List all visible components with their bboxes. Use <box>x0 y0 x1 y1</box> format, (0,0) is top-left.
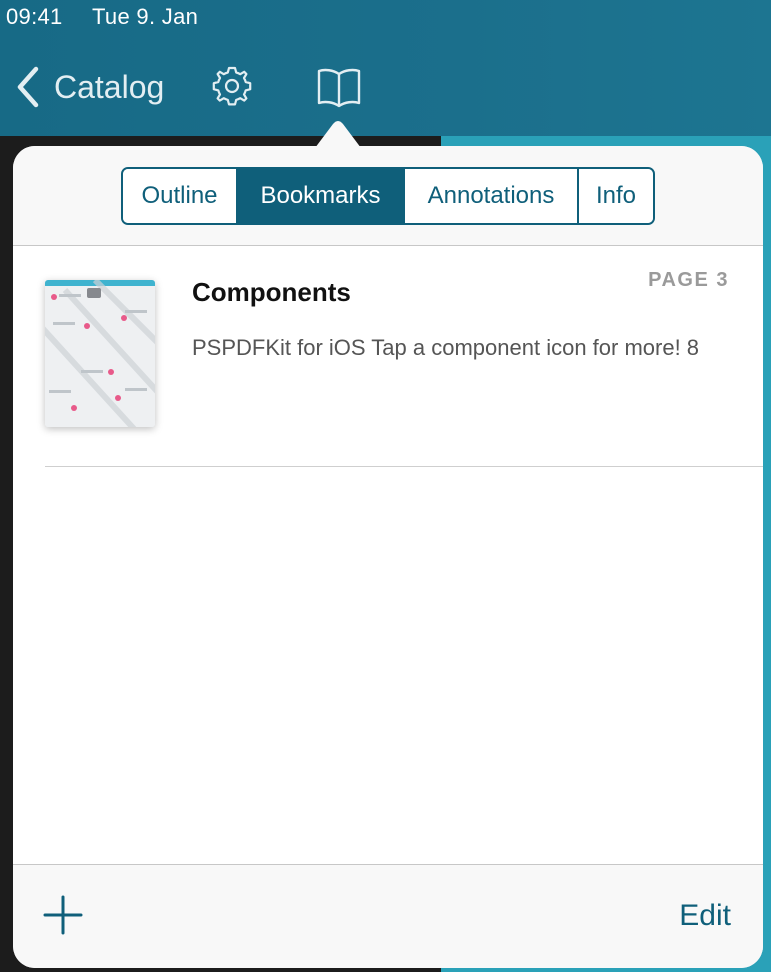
back-label: Catalog <box>54 68 165 105</box>
edit-button[interactable]: Edit <box>679 899 731 933</box>
tab-annotations[interactable]: Annotations <box>405 169 579 223</box>
popover-header: Outline Bookmarks Annotations Info <box>13 146 763 246</box>
popover-toolbar: Edit <box>13 864 763 968</box>
chevron-left-icon <box>17 66 39 108</box>
bookmark-row[interactable]: Components PAGE 3 PSPDFKit for iOS Tap a… <box>13 247 763 467</box>
status-date: Tue 9. Jan <box>92 4 199 29</box>
tab-bookmarks[interactable]: Bookmarks <box>238 169 405 223</box>
segmented-control: Outline Bookmarks Annotations Info <box>121 167 655 225</box>
add-bookmark-button[interactable] <box>43 895 83 935</box>
book-icon <box>317 68 361 108</box>
bookmark-title: Components <box>192 277 351 307</box>
gear-icon <box>212 66 252 106</box>
settings-button[interactable] <box>208 62 256 110</box>
row-separator <box>45 466 763 467</box>
tab-info[interactable]: Info <box>579 169 653 223</box>
popover-arrow <box>315 121 361 148</box>
outline-button[interactable] <box>314 62 364 110</box>
thumbnail-illustration <box>45 280 155 427</box>
outline-popover: Outline Bookmarks Annotations Info Compo… <box>13 146 763 968</box>
bookmark-page-label: PAGE 3 <box>648 269 729 291</box>
plus-icon <box>43 895 83 935</box>
tab-outline[interactable]: Outline <box>123 169 238 223</box>
status-time: 09:41 <box>6 4 63 29</box>
bookmark-description: PSPDFKit for iOS Tap a component icon fo… <box>192 335 700 360</box>
navigation-bar: 09:41 Tue 9. Jan Catalog <box>0 0 771 136</box>
page-thumbnail <box>45 280 155 427</box>
back-button[interactable]: Catalog <box>14 60 184 114</box>
